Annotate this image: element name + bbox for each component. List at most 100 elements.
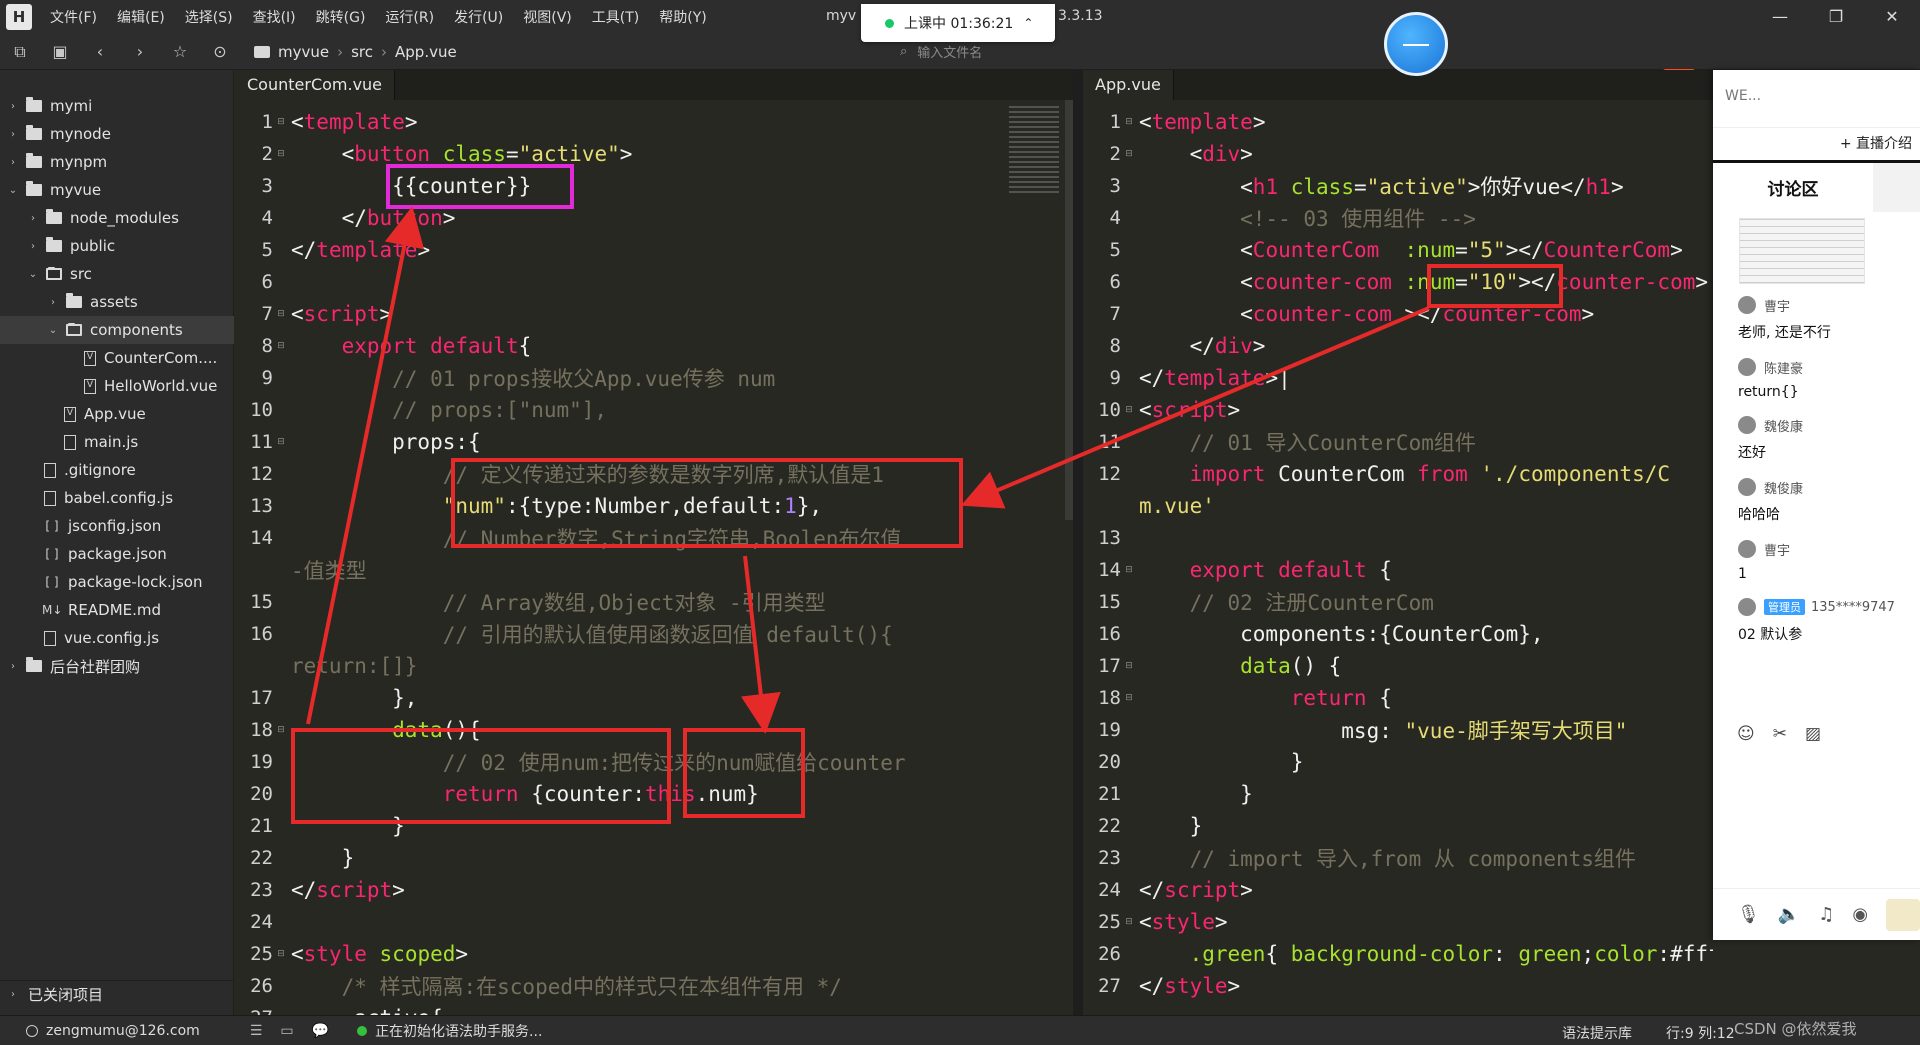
- code-line[interactable]: 27 </style>: [1083, 970, 1713, 1002]
- tree-item[interactable]: › mynpm: [0, 148, 234, 176]
- code-line[interactable]: 15 // Array数组,Object对象 -引用类型: [235, 586, 1073, 618]
- code-line[interactable]: 15 // 02 注册CounterCom: [1083, 586, 1713, 618]
- avatar[interactable]: [1738, 478, 1756, 496]
- close-button[interactable]: ✕: [1864, 0, 1920, 34]
- menu-run[interactable]: 运行(R): [385, 7, 434, 27]
- fold-marker[interactable]: ⊟: [275, 949, 287, 959]
- code-line[interactable]: 10 ⊟ <script>: [1083, 394, 1713, 426]
- avatar[interactable]: [1738, 416, 1756, 434]
- emoji-icon[interactable]: ☺: [1737, 724, 1755, 744]
- tab-countercom[interactable]: CounterCom.vue: [235, 70, 396, 100]
- fold-marker[interactable]: ⊟: [1123, 565, 1135, 575]
- menu-edit[interactable]: 编辑(E): [117, 7, 165, 27]
- music-icon[interactable]: ♫: [1818, 904, 1834, 925]
- console-icon[interactable]: ▭: [280, 1023, 293, 1039]
- scissors-icon[interactable]: ✂: [1773, 724, 1787, 744]
- tree-item[interactable]: › assets: [0, 288, 234, 316]
- tree-item[interactable]: V CounterCom....: [0, 344, 234, 372]
- live-class-badge[interactable]: 上课中 01:36:21 ⌃: [861, 4, 1055, 42]
- code-line[interactable]: 7 <counter-com ></counter-com>: [1083, 298, 1713, 330]
- code-line[interactable]: 5 </template>: [235, 234, 1073, 266]
- fold-marker[interactable]: ⊟: [1123, 149, 1135, 159]
- code-line[interactable]: 4 <!-- 03 使用组件 -->: [1083, 202, 1713, 234]
- tree-item[interactable]: › mymi: [0, 92, 234, 120]
- camera-icon[interactable]: ◉: [1852, 904, 1868, 925]
- editor-right[interactable]: App.vue 1 ⊟ <template> 2 ⊟ <div> 3 <h1 class=…: [1083, 70, 1713, 1015]
- code-line[interactable]: 25 ⊟ <style scoped>: [235, 938, 1073, 970]
- tree-item[interactable]: V App.vue: [0, 400, 234, 428]
- lock-button[interactable]: [1886, 898, 1920, 931]
- pane-divider[interactable]: [1073, 70, 1083, 1015]
- tree-item[interactable]: ⌄ src: [0, 260, 234, 288]
- code-line[interactable]: 19 // 02 使用num:把传过来的num赋值给counter: [235, 746, 1073, 778]
- code-line[interactable]: 6 <counter-com :num="10"></counter-com>: [1083, 266, 1713, 298]
- fold-marker[interactable]: ⊟: [275, 309, 287, 319]
- code-line[interactable]: 26 /* 样式隔离:在scoped中的样式只在本组件有用 */: [235, 970, 1073, 1002]
- code-line[interactable]: 1 ⊟ <template>: [235, 106, 1073, 138]
- breadcrumb-item[interactable]: App.vue: [395, 43, 457, 61]
- code-line[interactable]: -值类型: [235, 554, 1073, 586]
- code-line[interactable]: 19 msg: "vue-脚手架写大项目": [1083, 714, 1713, 746]
- code-line[interactable]: 23 </script>: [235, 874, 1073, 906]
- back-icon[interactable]: ‹: [80, 42, 120, 61]
- tree-item[interactable]: › mynode: [0, 120, 234, 148]
- tree-item[interactable]: [ ] jsconfig.json: [0, 512, 234, 540]
- run-icon[interactable]: ⊙: [200, 42, 240, 61]
- chat-username[interactable]: 曹宇: [1764, 540, 1790, 559]
- code-line[interactable]: 24: [235, 906, 1073, 938]
- code-line[interactable]: 5 <CounterCom :num="5"></CounterCom>: [1083, 234, 1713, 266]
- fold-marker[interactable]: ⊟: [275, 341, 287, 351]
- outline-icon[interactable]: ☰: [250, 1023, 263, 1039]
- tree-item[interactable]: › node_modules: [0, 204, 234, 232]
- code-line[interactable]: 6: [235, 266, 1073, 298]
- code-line[interactable]: 13 "num":{type:Number,default:1},: [235, 490, 1073, 522]
- code-line[interactable]: 8 ⊟ export default{: [235, 330, 1073, 362]
- code-line[interactable]: 18 ⊟ return {: [1083, 682, 1713, 714]
- code-line[interactable]: 25 ⊟ <style>: [1083, 906, 1713, 938]
- code-line[interactable]: 9 </template>|: [1083, 362, 1713, 394]
- menu-file[interactable]: 文件(F): [50, 7, 97, 27]
- menu-tools[interactable]: 工具(T): [592, 7, 639, 27]
- tree-item[interactable]: ⌄ components: [0, 316, 234, 344]
- image-icon[interactable]: ▨: [1805, 724, 1821, 744]
- tree-item[interactable]: [ ] package-lock.json: [0, 568, 234, 596]
- code-line[interactable]: 21 }: [1083, 778, 1713, 810]
- code-line[interactable]: 22 }: [235, 842, 1073, 874]
- avatar[interactable]: [1738, 296, 1756, 314]
- breadcrumb-item[interactable]: src: [351, 43, 373, 61]
- code-area[interactable]: 1 ⊟ <template> 2 ⊟ <div> 3 <h1 class="active"…: [1083, 106, 1713, 1002]
- chat-username[interactable]: 曹宇: [1764, 296, 1790, 315]
- code-line[interactable]: 21 }: [235, 810, 1073, 842]
- code-line[interactable]: return:[]}: [235, 650, 1073, 682]
- code-line[interactable]: 12 import CounterCom from './components/…: [1083, 458, 1713, 490]
- avatar[interactable]: [1738, 540, 1756, 558]
- breadcrumb-item[interactable]: myvue: [278, 43, 329, 61]
- tree-item[interactable]: M↓ README.md: [0, 596, 234, 624]
- code-line[interactable]: 2 ⊟ <div>: [1083, 138, 1713, 170]
- code-area[interactable]: 1 ⊟ <template> 2 ⊟ <button class="active"> 3 …: [235, 106, 1073, 1015]
- fold-marker[interactable]: ⊟: [275, 437, 287, 447]
- chat-username[interactable]: 陈建豪: [1764, 358, 1803, 377]
- mic-icon[interactable]: 🎙: [1737, 904, 1760, 925]
- chat-username[interactable]: 魏俊康: [1764, 478, 1803, 497]
- chat-username[interactable]: 魏俊康: [1764, 416, 1803, 435]
- code-line[interactable]: 23 // import 导入,from 从 components组件: [1083, 842, 1713, 874]
- forward-icon[interactable]: ›: [120, 42, 160, 61]
- tree-item[interactable]: V HelloWorld.vue: [0, 372, 234, 400]
- minimize-button[interactable]: —: [1752, 0, 1808, 34]
- tree-item[interactable]: [ ] package.json: [0, 540, 234, 568]
- menu-view[interactable]: 视图(V): [523, 7, 572, 27]
- code-line[interactable]: m.vue': [1083, 490, 1713, 522]
- fold-marker[interactable]: ⊟: [275, 725, 287, 735]
- speaker-icon[interactable]: 🔈: [1778, 904, 1800, 925]
- tab-discussion[interactable]: 讨论区: [1713, 175, 1873, 200]
- code-line[interactable]: 14 // Number数字,String字符串,Boolen布尔值: [235, 522, 1073, 554]
- fold-marker[interactable]: ⊟: [275, 117, 287, 127]
- avatar[interactable]: [1738, 358, 1756, 376]
- menu-select[interactable]: 选择(S): [185, 7, 233, 27]
- fold-marker[interactable]: ⊟: [1123, 917, 1135, 927]
- chat-username[interactable]: 135****9747: [1811, 600, 1895, 615]
- cursor-position[interactable]: 行:9 列:12: [1666, 1023, 1735, 1043]
- fold-marker[interactable]: ⊟: [1123, 117, 1135, 127]
- tree-item[interactable]: ⌄ myvue: [0, 176, 234, 204]
